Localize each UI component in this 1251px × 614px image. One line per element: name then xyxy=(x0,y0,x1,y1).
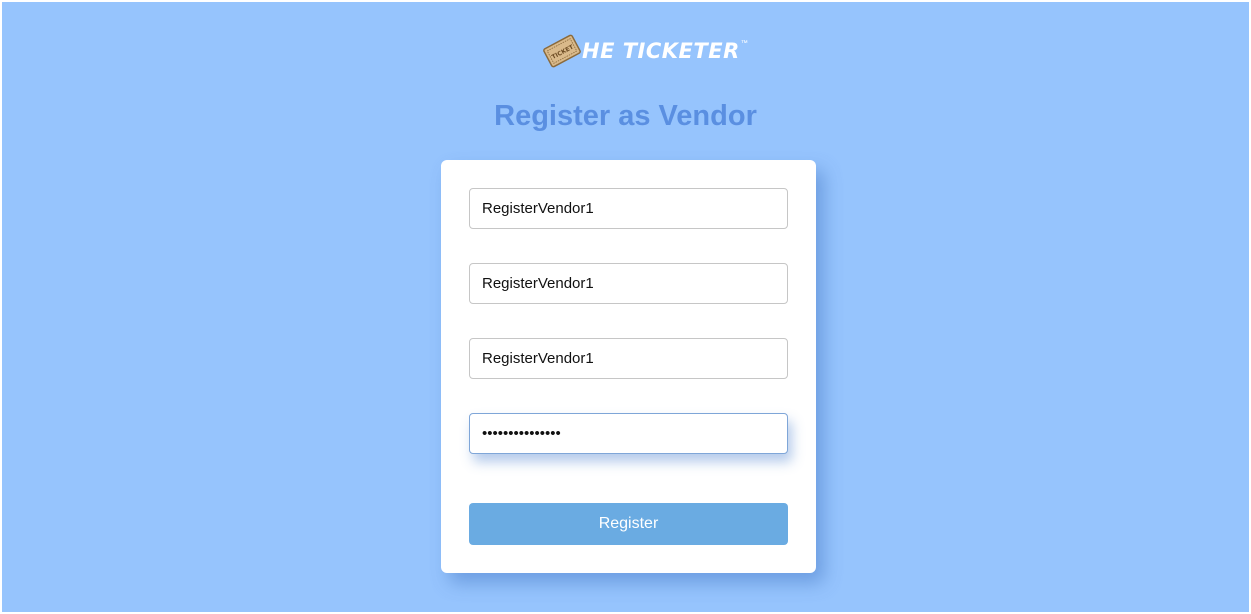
register-button[interactable]: Register xyxy=(469,503,788,545)
ticket-icon: TICKET xyxy=(543,34,581,68)
site-logo[interactable]: TICKET HE TICKETER ™ xyxy=(540,28,748,74)
email-field[interactable] xyxy=(469,338,788,379)
vendor-name-field[interactable] xyxy=(469,188,788,229)
page-background: TICKET HE TICKETER ™ Register as Vendor … xyxy=(2,2,1249,612)
page-title: Register as Vendor xyxy=(494,100,757,132)
trademark-symbol: ™ xyxy=(740,40,748,47)
register-form-card: Register xyxy=(441,160,816,573)
username-field[interactable] xyxy=(469,263,788,304)
password-field[interactable] xyxy=(469,413,788,454)
logo-text: HE TICKETER xyxy=(582,38,740,63)
